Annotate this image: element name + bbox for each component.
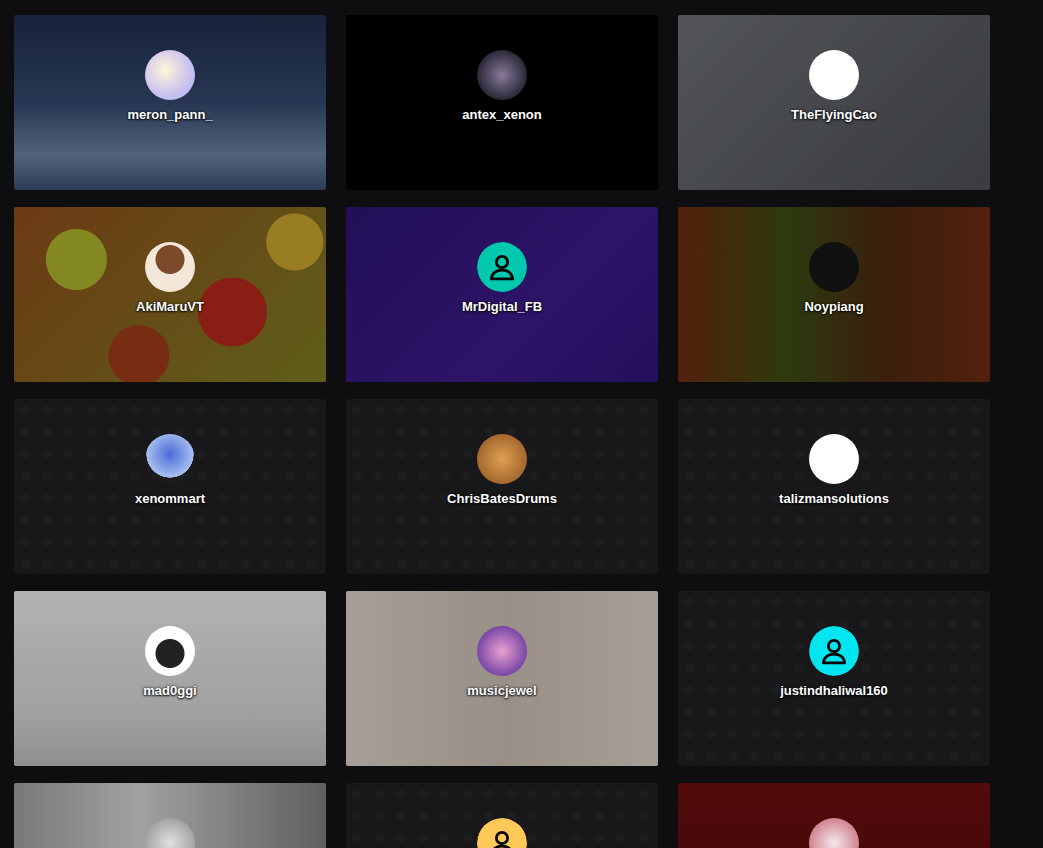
channel-name[interactable]: mad0ggi [137, 683, 202, 699]
default-avatar [477, 242, 527, 292]
channel-name[interactable]: xenommart [129, 491, 211, 507]
person-icon [819, 636, 849, 666]
channel-name[interactable]: musicjewel [461, 683, 542, 699]
channel-card[interactable]: meron_pann_ [14, 15, 326, 190]
channel-card[interactable]: justindhaliwal160 [678, 591, 990, 766]
banner-shade [678, 15, 990, 190]
channel-card[interactable]: musicjewel [346, 591, 658, 766]
channel-name[interactable]: ChrisBatesDrums [441, 491, 563, 507]
channel-avatar[interactable] [145, 434, 195, 484]
channel-avatar[interactable] [477, 818, 527, 848]
channel-card[interactable]: ChrisBatesDrums [346, 399, 658, 574]
channel-avatar[interactable] [477, 50, 527, 100]
channel-card[interactable]: TheFlyingCao [678, 15, 990, 190]
channel-avatar[interactable] [477, 626, 527, 676]
channel-avatar[interactable] [145, 242, 195, 292]
channel-name[interactable]: TheFlyingCao [785, 107, 883, 123]
channel-name[interactable]: MrDigital_FB [456, 299, 548, 315]
banner-shade [14, 591, 326, 766]
channel-card[interactable]: mad0ggi [14, 591, 326, 766]
channel-card[interactable]: antex_xenon [346, 15, 658, 190]
channel-avatar[interactable] [809, 242, 859, 292]
channel-card[interactable] [14, 783, 326, 848]
channel-avatar[interactable] [477, 242, 527, 292]
channel-card[interactable]: talizmansolutions [678, 399, 990, 574]
person-icon [487, 252, 517, 282]
channel-name[interactable]: talizmansolutions [773, 491, 895, 507]
channel-name[interactable]: meron_pann_ [121, 107, 218, 123]
channel-grid: meron_pann_ antex_xenon TheFlyingCao AkiMar… [0, 0, 1043, 848]
channel-avatar[interactable] [145, 50, 195, 100]
channel-name[interactable]: AkiMaruVT [130, 299, 210, 315]
channel-name[interactable]: justindhaliwal160 [774, 683, 894, 699]
banner-shade [346, 591, 658, 766]
banner-shade [678, 207, 990, 382]
channel-card[interactable]: xenommart [14, 399, 326, 574]
person-icon [487, 828, 517, 848]
channel-card[interactable] [346, 783, 658, 848]
channel-avatar[interactable] [809, 434, 859, 484]
banner-shade [346, 15, 658, 190]
channel-avatar[interactable] [809, 626, 859, 676]
channel-card[interactable] [678, 783, 990, 848]
channel-avatar[interactable] [477, 434, 527, 484]
channel-name[interactable]: Noypiang [798, 299, 869, 315]
default-avatar [809, 626, 859, 676]
channel-name[interactable]: antex_xenon [456, 107, 547, 123]
channel-avatar[interactable] [145, 626, 195, 676]
channel-card[interactable]: AkiMaruVT [14, 207, 326, 382]
channel-avatar[interactable] [809, 50, 859, 100]
banner-shade [14, 15, 326, 190]
default-avatar [477, 818, 527, 848]
banner-shade [14, 207, 326, 382]
banner-shade [346, 207, 658, 382]
channel-card[interactable]: MrDigital_FB [346, 207, 658, 382]
channel-card[interactable]: Noypiang [678, 207, 990, 382]
